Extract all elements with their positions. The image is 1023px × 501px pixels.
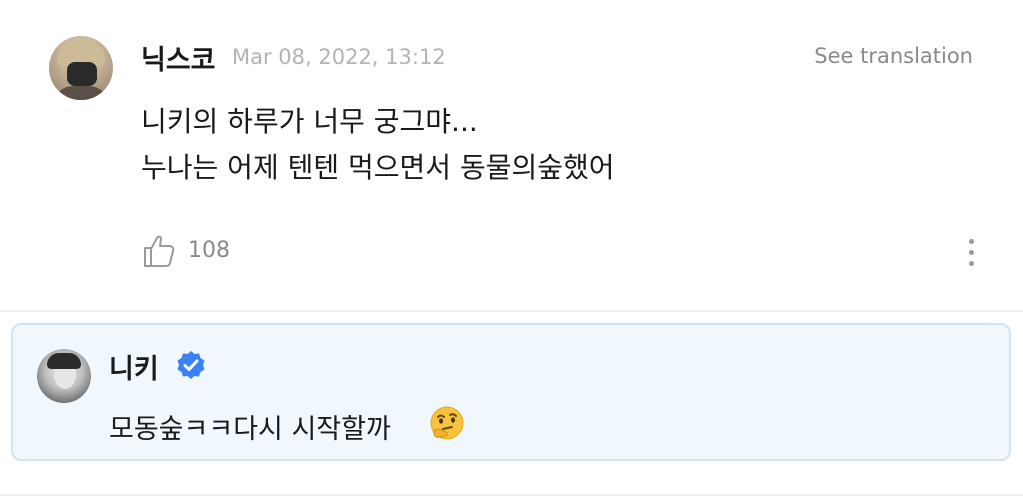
comment-timestamp: Mar 08, 2022, 13:12 (232, 45, 446, 69)
reply-text: 모동숲ㅋㅋ다시 시작할까 (109, 414, 391, 445)
thumbs-up-icon (144, 235, 175, 267)
comment-body-line: 니키의 하루가 너무 궁그먀... (141, 105, 478, 138)
comment: 닉스코 Mar 08, 2022, 13:12 See translation … (0, 0, 1023, 310)
like-count: 108 (188, 238, 230, 263)
reply-username[interactable]: 니키 (109, 347, 159, 386)
like-button[interactable] (142, 233, 176, 269)
see-translation-link[interactable]: See translation (814, 44, 973, 68)
comment-body-line: 누나는 어제 텐텐 먹으면서 동물의숲했어 (141, 151, 615, 184)
more-vertical-icon (968, 239, 974, 244)
verified-badge-icon (177, 351, 205, 379)
artist-reply: 니키 모동숲ㅋㅋ다시 시작할까 (11, 323, 1011, 461)
more-options-button[interactable] (961, 236, 981, 272)
artist-avatar[interactable] (37, 349, 91, 403)
thinking-face-emoji (430, 406, 464, 440)
divider (0, 494, 1023, 496)
commenter-avatar[interactable] (49, 36, 113, 100)
divider (0, 310, 1023, 312)
comment-username[interactable]: 닉스코 (141, 38, 216, 77)
